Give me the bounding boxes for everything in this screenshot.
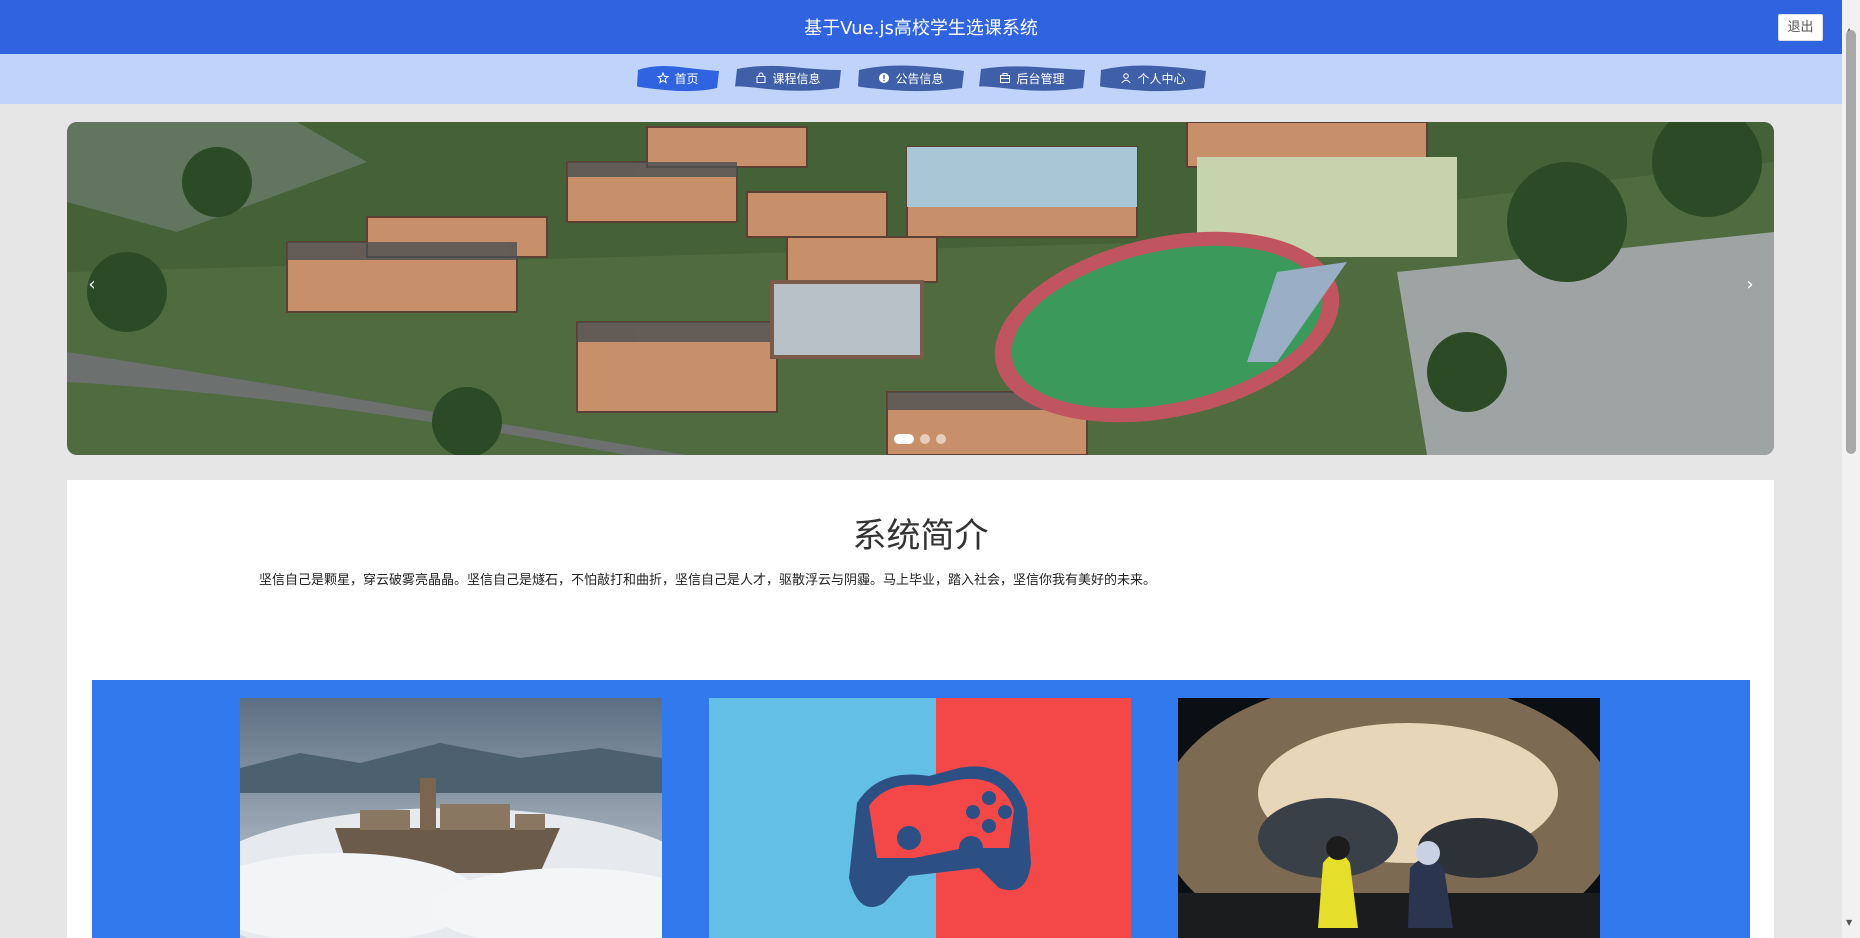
nav-label: 个人中心 [1137,71,1186,86]
top-header: 基于Vue.js高校学生选课系统 退出 [0,0,1842,54]
nav-item-home[interactable]: 首页 [635,62,721,94]
gallery-card[interactable] [709,698,1131,938]
user-icon [1120,72,1132,84]
nav-item-admin[interactable]: 后台管理 [977,62,1087,94]
anime-planet-image [1178,698,1600,938]
nav-label: 后台管理 [1016,71,1065,86]
nav-item-profile[interactable]: 个人中心 [1098,62,1208,94]
app-title: 基于Vue.js高校学生选课系统 [804,18,1038,39]
carousel-next-button[interactable]: › [1740,274,1760,295]
bag-icon [755,72,767,84]
intro-text: 坚信自己是颗星，穿云破雾亮晶晶。坚信自己是燧石，不怕敲打和曲折，坚信自己是人才，… [259,573,1157,588]
main-nav: 首页 课程信息 公告信息 后台管理 个人中心 [0,54,1842,104]
carousel-dot[interactable] [920,434,930,444]
section-title: 系统简介 [852,516,989,556]
logout-button[interactable]: 退出 [1778,14,1823,41]
gallery-card[interactable] [240,698,662,938]
nav-label: 首页 [674,71,699,86]
carousel-indicators [894,434,946,444]
scroll-down-icon[interactable]: ▼ [1846,918,1852,927]
page-scrollbar[interactable]: ▲ ▼ [1842,0,1860,938]
gallery-card[interactable] [1178,698,1600,938]
nav-item-courses[interactable]: 课程信息 [733,62,843,94]
nav-label: 课程信息 [772,71,821,86]
feature-gallery [92,680,1750,938]
carousel-prev-button[interactable]: ‹ [82,274,102,295]
scrollbar-thumb[interactable] [1846,30,1856,454]
nav-item-notices[interactable]: 公告信息 [856,62,966,94]
nav-label: 公告信息 [895,71,944,86]
carousel-dot[interactable] [894,434,914,444]
game-controller-image [709,698,1131,938]
carousel-dot[interactable] [936,434,946,444]
star-icon [657,72,670,84]
campus-aerial-image [67,122,1774,455]
briefcase-icon [999,72,1011,84]
banner-carousel[interactable]: ‹ › [67,122,1774,455]
castle-in-clouds-image [240,698,662,938]
info-icon [878,72,890,84]
